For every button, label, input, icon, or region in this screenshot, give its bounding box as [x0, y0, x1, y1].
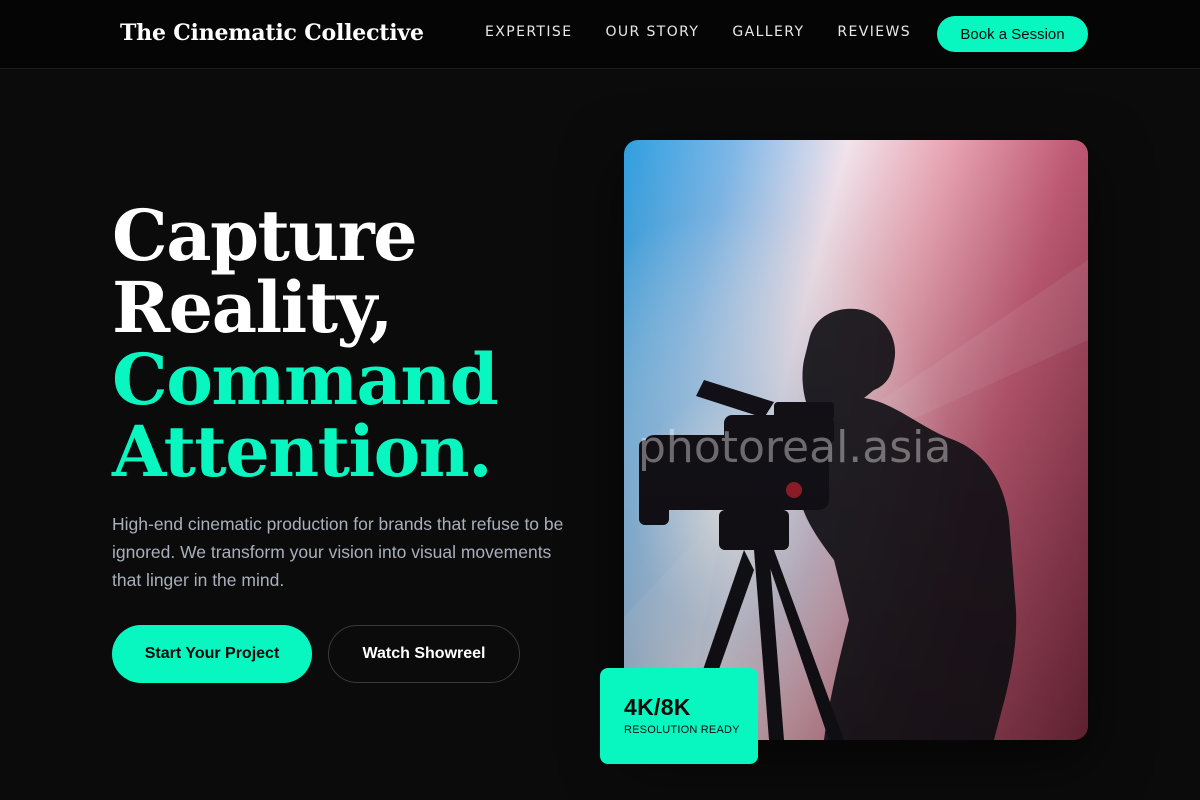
image-watermark: photoreal.asia	[638, 422, 952, 473]
headline-line-1: Capture	[112, 194, 418, 277]
watch-showreel-button[interactable]: Watch Showreel	[328, 625, 520, 683]
start-project-button[interactable]: Start Your Project	[112, 625, 312, 683]
headline-line-4: Attention.	[112, 410, 493, 493]
headline-line-3: Command	[112, 338, 499, 421]
badge-label: RESOLUTION READY	[624, 724, 740, 736]
brand-logo[interactable]: The Cinematic Collective	[120, 20, 424, 46]
nav-link-reviews[interactable]: REVIEWS	[837, 24, 911, 40]
nav-link-our-story[interactable]: OUR STORY	[605, 24, 699, 40]
hero-image-cameraman: photoreal.asia	[624, 140, 1088, 740]
hero-subcopy: High-end cinematic production for brands…	[112, 514, 564, 590]
hero-headline: Capture Reality, Command Attention.	[112, 194, 499, 493]
resolution-badge: 4K/8K RESOLUTION READY	[600, 668, 758, 764]
headline-line-2: Reality,	[112, 266, 393, 349]
badge-value: 4K/8K	[624, 694, 691, 720]
book-session-button[interactable]: Book a Session	[937, 16, 1088, 52]
nav-link-expertise[interactable]: EXPERTISE	[485, 24, 572, 40]
main-nav: EXPERTISE OUR STORY GALLERY REVIEWS	[485, 24, 911, 40]
nav-link-gallery[interactable]: GALLERY	[732, 24, 804, 40]
site-header: The Cinematic Collective EXPERTISE OUR S…	[0, 0, 1200, 69]
